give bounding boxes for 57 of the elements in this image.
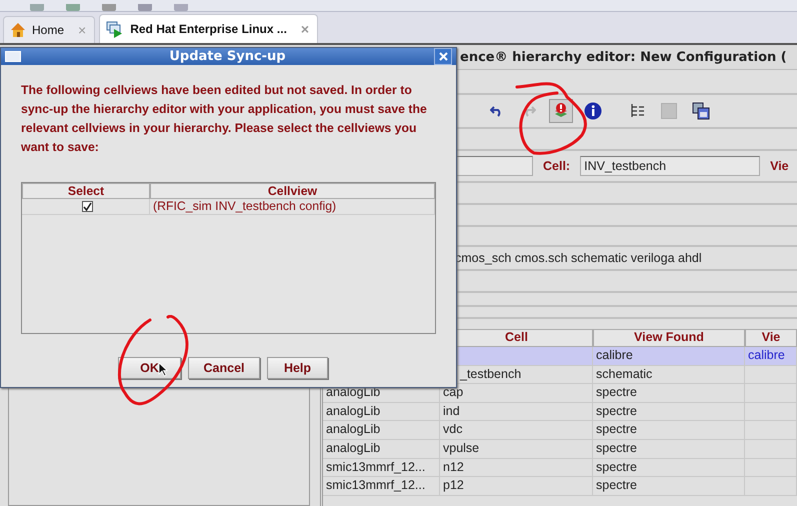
table-cell: analogLib [326,440,380,455]
windows-icon [692,102,710,120]
table-cell: ind [443,404,460,418]
mouse-pointer-icon [158,362,168,377]
table-cell: analogLib [326,404,380,418]
grid-icon [661,103,677,119]
close-icon [438,52,448,60]
dialog-title: Update Sync-up [168,49,287,64]
tab-label: Home [32,23,64,37]
table-cell: _testbench [460,366,522,381]
table-cell: spectre [596,422,637,436]
table-cell: analogLib [326,422,380,436]
table-cell: vdc [443,422,462,436]
column-header[interactable]: Select [22,183,150,199]
dialog-button[interactable]: Cancel [188,357,260,379]
window-title: ence® hierarchy editor: New Configuration ( [460,50,787,64]
table-cell: vpulse [443,440,480,455]
table-row[interactable]: analogLib ind spectre [323,402,797,422]
view-label: Vie [770,159,789,173]
table-cell: spectre [596,478,637,492]
column-header[interactable]: View Found [593,329,745,347]
table-cell: (RFIC_sim INV_testbench config) [153,199,336,214]
table-row[interactable]: smic13mmrf_12... n12 spectre [323,458,797,478]
browser-tab[interactable]: Red Hat Enterprise Linux ... × [99,14,318,43]
table-row[interactable]: analogLib vpulse spectre [323,440,797,459]
table-row[interactable]: smic13mmrf_12... p12 spectre [323,477,797,496]
table-cell: spectre [596,440,637,455]
table-cell: calibre [596,348,633,362]
table-row[interactable]: analogLib vdc spectre [323,421,797,440]
table-cell: calibre [748,348,785,362]
table-cell: n12 [443,460,464,474]
library-field[interactable] [455,156,533,176]
close-button[interactable] [434,48,452,65]
cell-field[interactable]: INV_testbench [580,156,760,176]
checkbox[interactable] [82,201,92,212]
dialog-message: The following cellviews have been edited but not saved. In order to sync-up the hierarchy editor with your application, you must save the relevant cellviews in your hierarchy. Please select the cellviews you want to save: [21,82,428,156]
table-cell: p12 [443,478,464,492]
dialog-button[interactable]: Help [267,357,328,379]
info-icon [584,102,602,120]
table-cell: spectre [596,404,637,418]
home-icon [10,22,26,38]
table-cell: analogLib [326,385,380,400]
table-cell: schematic [596,366,652,381]
table-cell: smic13mmrf_12... [326,460,426,474]
tab-label: Red Hat Enterprise Linux ... [130,22,287,36]
column-header[interactable]: Vie [745,329,797,347]
virtual-machine-icon [106,20,124,38]
table-cell: smic13mmrf_12... [326,478,426,492]
table-cell: spectre [596,460,637,474]
browser-tab[interactable]: Home × [3,16,96,43]
view-list-text: cmos_sch cmos.sch schematic veriloga ahdl [455,251,702,265]
tree-icon [629,103,645,119]
column-header[interactable]: Cellview [150,183,435,199]
cell-label: Cell: [543,159,570,173]
table-cell: cap [443,385,464,400]
table-cell: spectre [596,385,637,400]
toolbar-button[interactable] [549,99,573,123]
